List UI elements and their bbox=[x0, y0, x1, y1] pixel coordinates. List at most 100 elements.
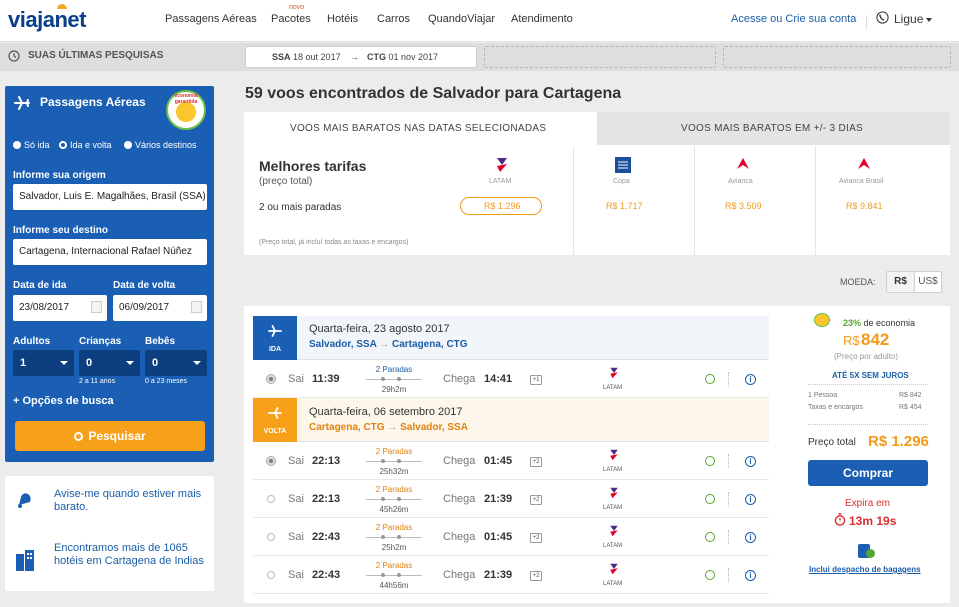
flight-option-radio[interactable] bbox=[267, 457, 275, 465]
expires-timer: 13m 19s bbox=[849, 514, 897, 528]
search-button[interactable]: Pesquisar bbox=[15, 421, 205, 451]
duration: 25h32m bbox=[379, 467, 409, 476]
info-icon[interactable]: i bbox=[745, 374, 756, 385]
nav-atendimento[interactable]: Atendimento bbox=[511, 13, 573, 25]
chevron-down-icon bbox=[60, 361, 68, 365]
per-adult-price: 842 bbox=[861, 330, 890, 349]
logo[interactable]: viajanet bbox=[8, 4, 86, 33]
tab-selected-dates[interactable]: VOOS MAIS BARATOS NAS DATAS SELECIONADAS bbox=[290, 123, 546, 134]
inbound-header bbox=[253, 398, 769, 442]
nav-quandoviajar[interactable]: QuandoViajar bbox=[428, 13, 495, 25]
price-alert-text[interactable]: Avise-me quando estiver mais barato. bbox=[54, 488, 204, 514]
from-date: 18 out 2017 bbox=[293, 52, 341, 62]
inbound-tag-label: VOLTA bbox=[263, 428, 287, 435]
airline-name: LATAM bbox=[603, 385, 623, 391]
outbound-date: Quarta-feira, 23 agosto 2017 bbox=[309, 323, 450, 335]
outbound-tag: IDA bbox=[253, 316, 297, 360]
departure-time: 11:39 bbox=[312, 373, 340, 385]
chevron-down-icon bbox=[193, 361, 201, 365]
search-options-link[interactable]: + Opções de busca bbox=[13, 395, 114, 407]
outbound-destination: Cartagena, CTG bbox=[392, 339, 468, 350]
nav-pacotes[interactable]: Pacotes bbox=[271, 13, 311, 25]
avianca-logo-icon bbox=[736, 157, 750, 174]
recent-search-empty-slot bbox=[723, 46, 951, 68]
adults-select[interactable]: 1 bbox=[13, 350, 74, 376]
flight-option-radio[interactable] bbox=[267, 571, 275, 579]
logo-text-a: viaja bbox=[8, 7, 55, 32]
day-offset-badge: +2 bbox=[530, 457, 542, 467]
flight-option-radio[interactable] bbox=[267, 533, 275, 541]
tab-flexible-dates-label[interactable]: VOOS MAIS BARATOS EM +/- 3 DIAS bbox=[681, 123, 863, 134]
info-icon[interactable]: i bbox=[745, 570, 756, 581]
stop-dot bbox=[397, 459, 401, 463]
savings-label: de economia bbox=[863, 318, 916, 328]
divider bbox=[728, 372, 729, 386]
savings-line: 23% de economia bbox=[843, 318, 915, 328]
origin-input[interactable]: Salvador, Luis E. Magalhães, Brasil (SSA… bbox=[13, 184, 207, 210]
duration: 45h26m bbox=[379, 505, 409, 514]
account-link[interactable]: Acesse ou Crie sua conta bbox=[731, 13, 856, 25]
latam-logo-icon bbox=[608, 486, 620, 503]
latam-logo-icon bbox=[608, 366, 620, 383]
currency-label: MOEDA: bbox=[840, 277, 876, 287]
fare-avianca-brasil[interactable]: R$ 9.841 bbox=[846, 201, 883, 211]
departure-time: 22:43 bbox=[312, 569, 341, 581]
currency-usd-button[interactable]: US$ bbox=[914, 272, 941, 292]
clock-icon[interactable] bbox=[705, 374, 715, 384]
clock-icon[interactable] bbox=[705, 532, 715, 542]
radio-round-trip[interactable] bbox=[59, 141, 67, 149]
children-value: 0 bbox=[86, 357, 93, 369]
babies-select[interactable]: 0 bbox=[145, 350, 207, 376]
nav-passagens[interactable]: Passagens Aéreas bbox=[165, 13, 257, 25]
currency-brl-button[interactable]: R$ bbox=[887, 272, 914, 292]
info-icon[interactable]: i bbox=[745, 494, 756, 505]
trip-type-round-trip[interactable]: Ida e volta bbox=[70, 140, 112, 150]
destination-label: Informe seu destino bbox=[13, 225, 109, 236]
pax-value: R$ 842 bbox=[899, 392, 922, 399]
arrives-label: Chega bbox=[443, 493, 476, 505]
trip-type-multi[interactable]: Vários destinos bbox=[135, 140, 197, 150]
radio-multi[interactable] bbox=[124, 141, 132, 149]
nav-hoteis[interactable]: Hotéis bbox=[327, 13, 358, 25]
fare-avianca[interactable]: R$ 3.509 bbox=[725, 201, 762, 211]
stop-dot bbox=[381, 535, 385, 539]
duration: 44h56m bbox=[379, 581, 409, 590]
return-date-label: Data de volta bbox=[113, 280, 176, 291]
clock-icon[interactable] bbox=[705, 456, 715, 466]
arrow-right-icon: → bbox=[387, 422, 398, 433]
arrival-time: 01:45 bbox=[484, 455, 513, 467]
hotels-text[interactable]: Encontramos mais de 1065 hotéis em Carta… bbox=[54, 542, 209, 568]
results-title: 59 voos encontrados de Salvador para Car… bbox=[245, 85, 622, 102]
info-icon[interactable]: i bbox=[745, 532, 756, 543]
nav-carros[interactable]: Carros bbox=[377, 13, 410, 25]
baggage-link[interactable]: Inclui despacho de bagagens bbox=[809, 565, 921, 574]
flight-option-radio[interactable] bbox=[267, 375, 275, 383]
price-note: (Preço total, já incluí todas as taxas e… bbox=[259, 239, 409, 246]
total-label: Preço total bbox=[808, 437, 856, 448]
flight-option-radio[interactable] bbox=[267, 495, 275, 503]
children-select[interactable]: 0 bbox=[79, 350, 140, 376]
clock-icon[interactable] bbox=[705, 494, 715, 504]
fare-latam[interactable]: R$ 1.296 bbox=[484, 201, 521, 211]
fare-copa[interactable]: R$ 1.717 bbox=[606, 201, 643, 211]
stop-dot bbox=[397, 377, 401, 381]
call-menu[interactable]: Ligue bbox=[894, 12, 923, 26]
adults-value: 1 bbox=[20, 357, 27, 369]
airplane-icon bbox=[14, 96, 30, 113]
airline-name: LATAM bbox=[603, 543, 623, 549]
buy-button[interactable]: Comprar bbox=[808, 460, 928, 486]
stops-count: 2 Paradas bbox=[375, 485, 413, 494]
clock-icon[interactable] bbox=[705, 570, 715, 580]
total-price: R$ 1.296 bbox=[868, 433, 929, 450]
destination-input[interactable]: Cartagena, Internacional Rafael Núñez bbox=[13, 239, 207, 265]
departs-label: Sai bbox=[288, 531, 304, 543]
search-panel-title: Passagens Aéreas bbox=[40, 95, 146, 109]
children-label: Crianças bbox=[79, 336, 122, 347]
trip-type-one-way[interactable]: Só ida bbox=[24, 140, 50, 150]
info-icon[interactable]: i bbox=[745, 456, 756, 467]
radio-one-way[interactable] bbox=[13, 141, 21, 149]
divider bbox=[808, 384, 928, 385]
stops-line bbox=[366, 379, 422, 380]
arrival-time: 14:41 bbox=[484, 373, 513, 385]
stop-dot bbox=[381, 459, 385, 463]
